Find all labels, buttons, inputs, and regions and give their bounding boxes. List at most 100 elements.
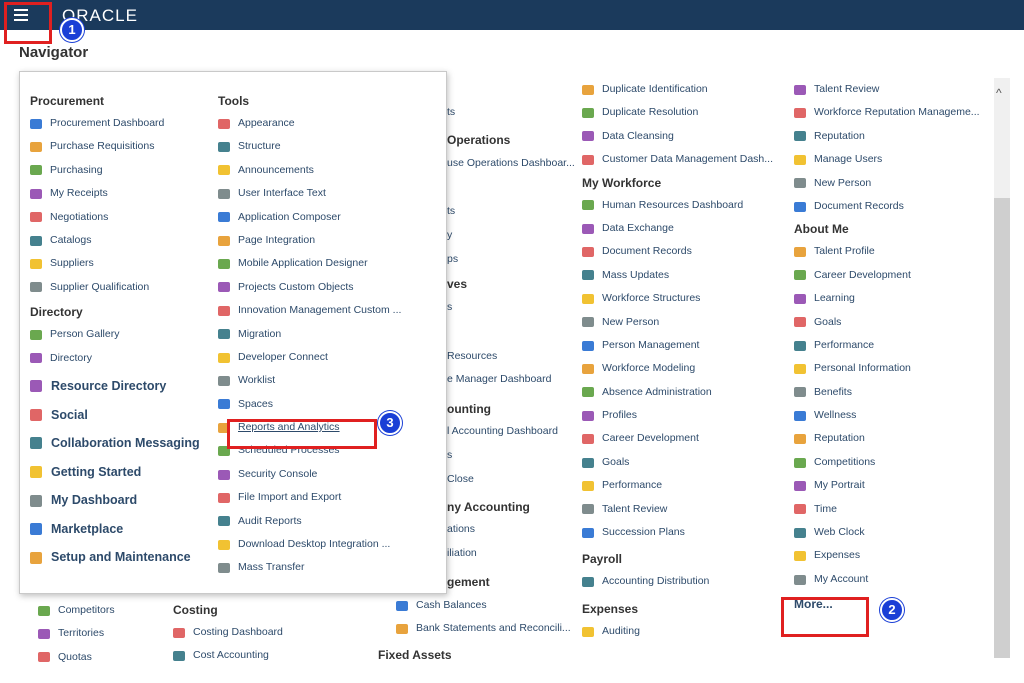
about-me-item-competitions[interactable]: Competitions bbox=[794, 451, 994, 474]
directory-item-directory[interactable]: Directory bbox=[30, 347, 220, 370]
about-me-item-wellness[interactable]: Wellness bbox=[794, 404, 994, 427]
main-link-collaboration-messaging[interactable]: Collaboration Messaging bbox=[30, 429, 220, 458]
bottom-item-territories[interactable]: Territories bbox=[38, 622, 115, 645]
customer-item-customer-data-management-dash[interactable]: Customer Data Management Dash... bbox=[582, 148, 787, 171]
talent-item-talent-review[interactable]: Talent Review bbox=[794, 78, 994, 101]
col3-partial-ts[interactable]: ts bbox=[447, 106, 455, 118]
tools-item-application-composer[interactable]: Application Composer bbox=[218, 206, 438, 229]
col3-partial-s[interactable]: s bbox=[447, 301, 452, 313]
about-me-item-time[interactable]: Time bbox=[794, 498, 994, 521]
customer-item-duplicate-resolution[interactable]: Duplicate Resolution bbox=[582, 101, 787, 124]
customer-item-duplicate-identification[interactable]: Duplicate Identification bbox=[582, 78, 787, 101]
tools-item-migration[interactable]: Migration bbox=[218, 323, 438, 346]
tools-item-file-import-and-export[interactable]: File Import and Export bbox=[218, 486, 438, 509]
talent-item-new-person[interactable]: New Person bbox=[794, 172, 994, 195]
main-link-social[interactable]: Social bbox=[30, 401, 220, 430]
main-link-my-dashboard[interactable]: My Dashboard bbox=[30, 486, 220, 515]
workforce-item-person-management[interactable]: Person Management bbox=[582, 334, 787, 357]
tools-item-worklist[interactable]: Worklist bbox=[218, 369, 438, 392]
about-me-item-personal-information[interactable]: Personal Information bbox=[794, 357, 994, 380]
tools-item-security-console[interactable]: Security Console bbox=[218, 463, 438, 486]
tools-item-user-interface-text[interactable]: User Interface Text bbox=[218, 182, 438, 205]
tools-item-structure[interactable]: Structure bbox=[218, 135, 438, 158]
about-me-item-career-development[interactable]: Career Development bbox=[794, 264, 994, 287]
payroll-item-accounting-distribution[interactable]: Accounting Distribution bbox=[582, 570, 787, 593]
bottom-item-quotas[interactable]: Quotas bbox=[38, 646, 115, 669]
procurement-item-supplier-qualification[interactable]: Supplier Qualification bbox=[30, 276, 220, 299]
col3-partial-use-operations-dashboar[interactable]: use Operations Dashboar... bbox=[447, 157, 575, 169]
workforce-item-document-records[interactable]: Document Records bbox=[582, 240, 787, 263]
talent-item-manage-users[interactable]: Manage Users bbox=[794, 148, 994, 171]
workforce-item-talent-review[interactable]: Talent Review bbox=[582, 498, 787, 521]
col3-partial-s[interactable]: s bbox=[447, 449, 452, 461]
workforce-item-workforce-structures[interactable]: Workforce Structures bbox=[582, 287, 787, 310]
workforce-item-data-exchange[interactable]: Data Exchange bbox=[582, 217, 787, 240]
tools-item-innovation-management-custom[interactable]: Innovation Management Custom ... bbox=[218, 299, 438, 322]
workforce-item-goals[interactable]: Goals bbox=[582, 451, 787, 474]
col3-partial-ts[interactable]: ts bbox=[447, 205, 455, 217]
col3-partial-e-manager-dashboard[interactable]: e Manager Dashboard bbox=[447, 373, 551, 385]
about-me-item-performance[interactable]: Performance bbox=[794, 334, 994, 357]
tools-item-audit-reports[interactable]: Audit Reports bbox=[218, 510, 438, 533]
tools-item-appearance[interactable]: Appearance bbox=[218, 112, 438, 135]
main-link-marketplace[interactable]: Marketplace bbox=[30, 515, 220, 544]
col3-item-cash-balances[interactable]: Cash Balances bbox=[396, 594, 571, 617]
workforce-item-workforce-modeling[interactable]: Workforce Modeling bbox=[582, 357, 787, 380]
tools-item-spaces[interactable]: Spaces bbox=[218, 393, 438, 416]
col3-partial-iliation[interactable]: iliation bbox=[447, 547, 477, 559]
main-link-resource-directory[interactable]: Resource Directory bbox=[30, 372, 220, 401]
scroll-up-icon[interactable]: ^ bbox=[996, 86, 1002, 100]
about-me-item-reputation[interactable]: Reputation bbox=[794, 427, 994, 450]
tools-item-announcements[interactable]: Announcements bbox=[218, 159, 438, 182]
procurement-item-negotiations[interactable]: Negotiations bbox=[30, 206, 220, 229]
workforce-item-profiles[interactable]: Profiles bbox=[582, 404, 787, 427]
costing-item-cost-accounting[interactable]: Cost Accounting bbox=[173, 644, 283, 667]
col3-item-bank-statements-and-reconcili[interactable]: Bank Statements and Reconcili... bbox=[396, 617, 571, 640]
about-me-item-my-portrait[interactable]: My Portrait bbox=[794, 474, 994, 497]
about-me-item-benefits[interactable]: Benefits bbox=[794, 381, 994, 404]
scrollbar-thumb[interactable] bbox=[994, 198, 1010, 658]
talent-item-reputation[interactable]: Reputation bbox=[794, 125, 994, 148]
col3-partial-l-accounting-dashboard[interactable]: l Accounting Dashboard bbox=[447, 425, 558, 437]
customer-item-data-cleansing[interactable]: Data Cleansing bbox=[582, 125, 787, 148]
procurement-item-catalogs[interactable]: Catalogs bbox=[30, 229, 220, 252]
expenses-item-auditing[interactable]: Auditing bbox=[582, 620, 787, 643]
workforce-item-career-development[interactable]: Career Development bbox=[582, 427, 787, 450]
tools-item-mass-transfer[interactable]: Mass Transfer bbox=[218, 556, 438, 579]
costing-item-costing-dashboard[interactable]: Costing Dashboard bbox=[173, 621, 283, 644]
col3-partial-resources[interactable]: Resources bbox=[447, 350, 497, 362]
tools-item-projects-custom-objects[interactable]: Projects Custom Objects bbox=[218, 276, 438, 299]
procurement-item-suppliers[interactable]: Suppliers bbox=[30, 252, 220, 275]
about-me-item-expenses[interactable]: Expenses bbox=[794, 544, 994, 567]
about-me-item-learning[interactable]: Learning bbox=[794, 287, 994, 310]
workforce-item-absence-administration[interactable]: Absence Administration bbox=[582, 381, 787, 404]
workforce-item-mass-updates[interactable]: Mass Updates bbox=[582, 264, 787, 287]
talent-item-document-records[interactable]: Document Records bbox=[794, 195, 994, 218]
col3-partial-close[interactable]: Close bbox=[447, 473, 474, 485]
workforce-item-new-person[interactable]: New Person bbox=[582, 311, 787, 334]
tools-item-download-desktop-integration[interactable]: Download Desktop Integration ... bbox=[218, 533, 438, 556]
procurement-item-procurement-dashboard[interactable]: Procurement Dashboard bbox=[30, 112, 220, 135]
procurement-item-purchasing[interactable]: Purchasing bbox=[30, 159, 220, 182]
directory-item-person-gallery[interactable]: Person Gallery bbox=[30, 323, 220, 346]
tools-item-page-integration[interactable]: Page Integration bbox=[218, 229, 438, 252]
workforce-item-performance[interactable]: Performance bbox=[582, 474, 787, 497]
col3-partial-ps[interactable]: ps bbox=[447, 253, 458, 265]
bottom-item-competitors[interactable]: Competitors bbox=[38, 599, 115, 622]
col3-partial-y[interactable]: y bbox=[447, 229, 452, 241]
about-me-item-goals[interactable]: Goals bbox=[794, 311, 994, 334]
procurement-item-my-receipts[interactable]: My Receipts bbox=[30, 182, 220, 205]
about-me-item-my-account[interactable]: My Account bbox=[794, 568, 994, 591]
workforce-item-label: Succession Plans bbox=[602, 526, 685, 539]
procurement-item-purchase-requisitions[interactable]: Purchase Requisitions bbox=[30, 135, 220, 158]
tools-item-developer-connect[interactable]: Developer Connect bbox=[218, 346, 438, 369]
about-me-item-talent-profile[interactable]: Talent Profile bbox=[794, 240, 994, 263]
talent-item-workforce-reputation-manageme[interactable]: Workforce Reputation Manageme... bbox=[794, 101, 994, 124]
workforce-item-succession-plans[interactable]: Succession Plans bbox=[582, 521, 787, 544]
workforce-item-human-resources-dashboard[interactable]: Human Resources Dashboard bbox=[582, 194, 787, 217]
main-link-setup-and-maintenance[interactable]: Setup and Maintenance bbox=[30, 543, 220, 572]
about-me-item-web-clock[interactable]: Web Clock bbox=[794, 521, 994, 544]
col3-partial-ations[interactable]: ations bbox=[447, 523, 475, 535]
tools-item-mobile-application-designer[interactable]: Mobile Application Designer bbox=[218, 252, 438, 275]
main-link-getting-started[interactable]: Getting Started bbox=[30, 458, 220, 487]
